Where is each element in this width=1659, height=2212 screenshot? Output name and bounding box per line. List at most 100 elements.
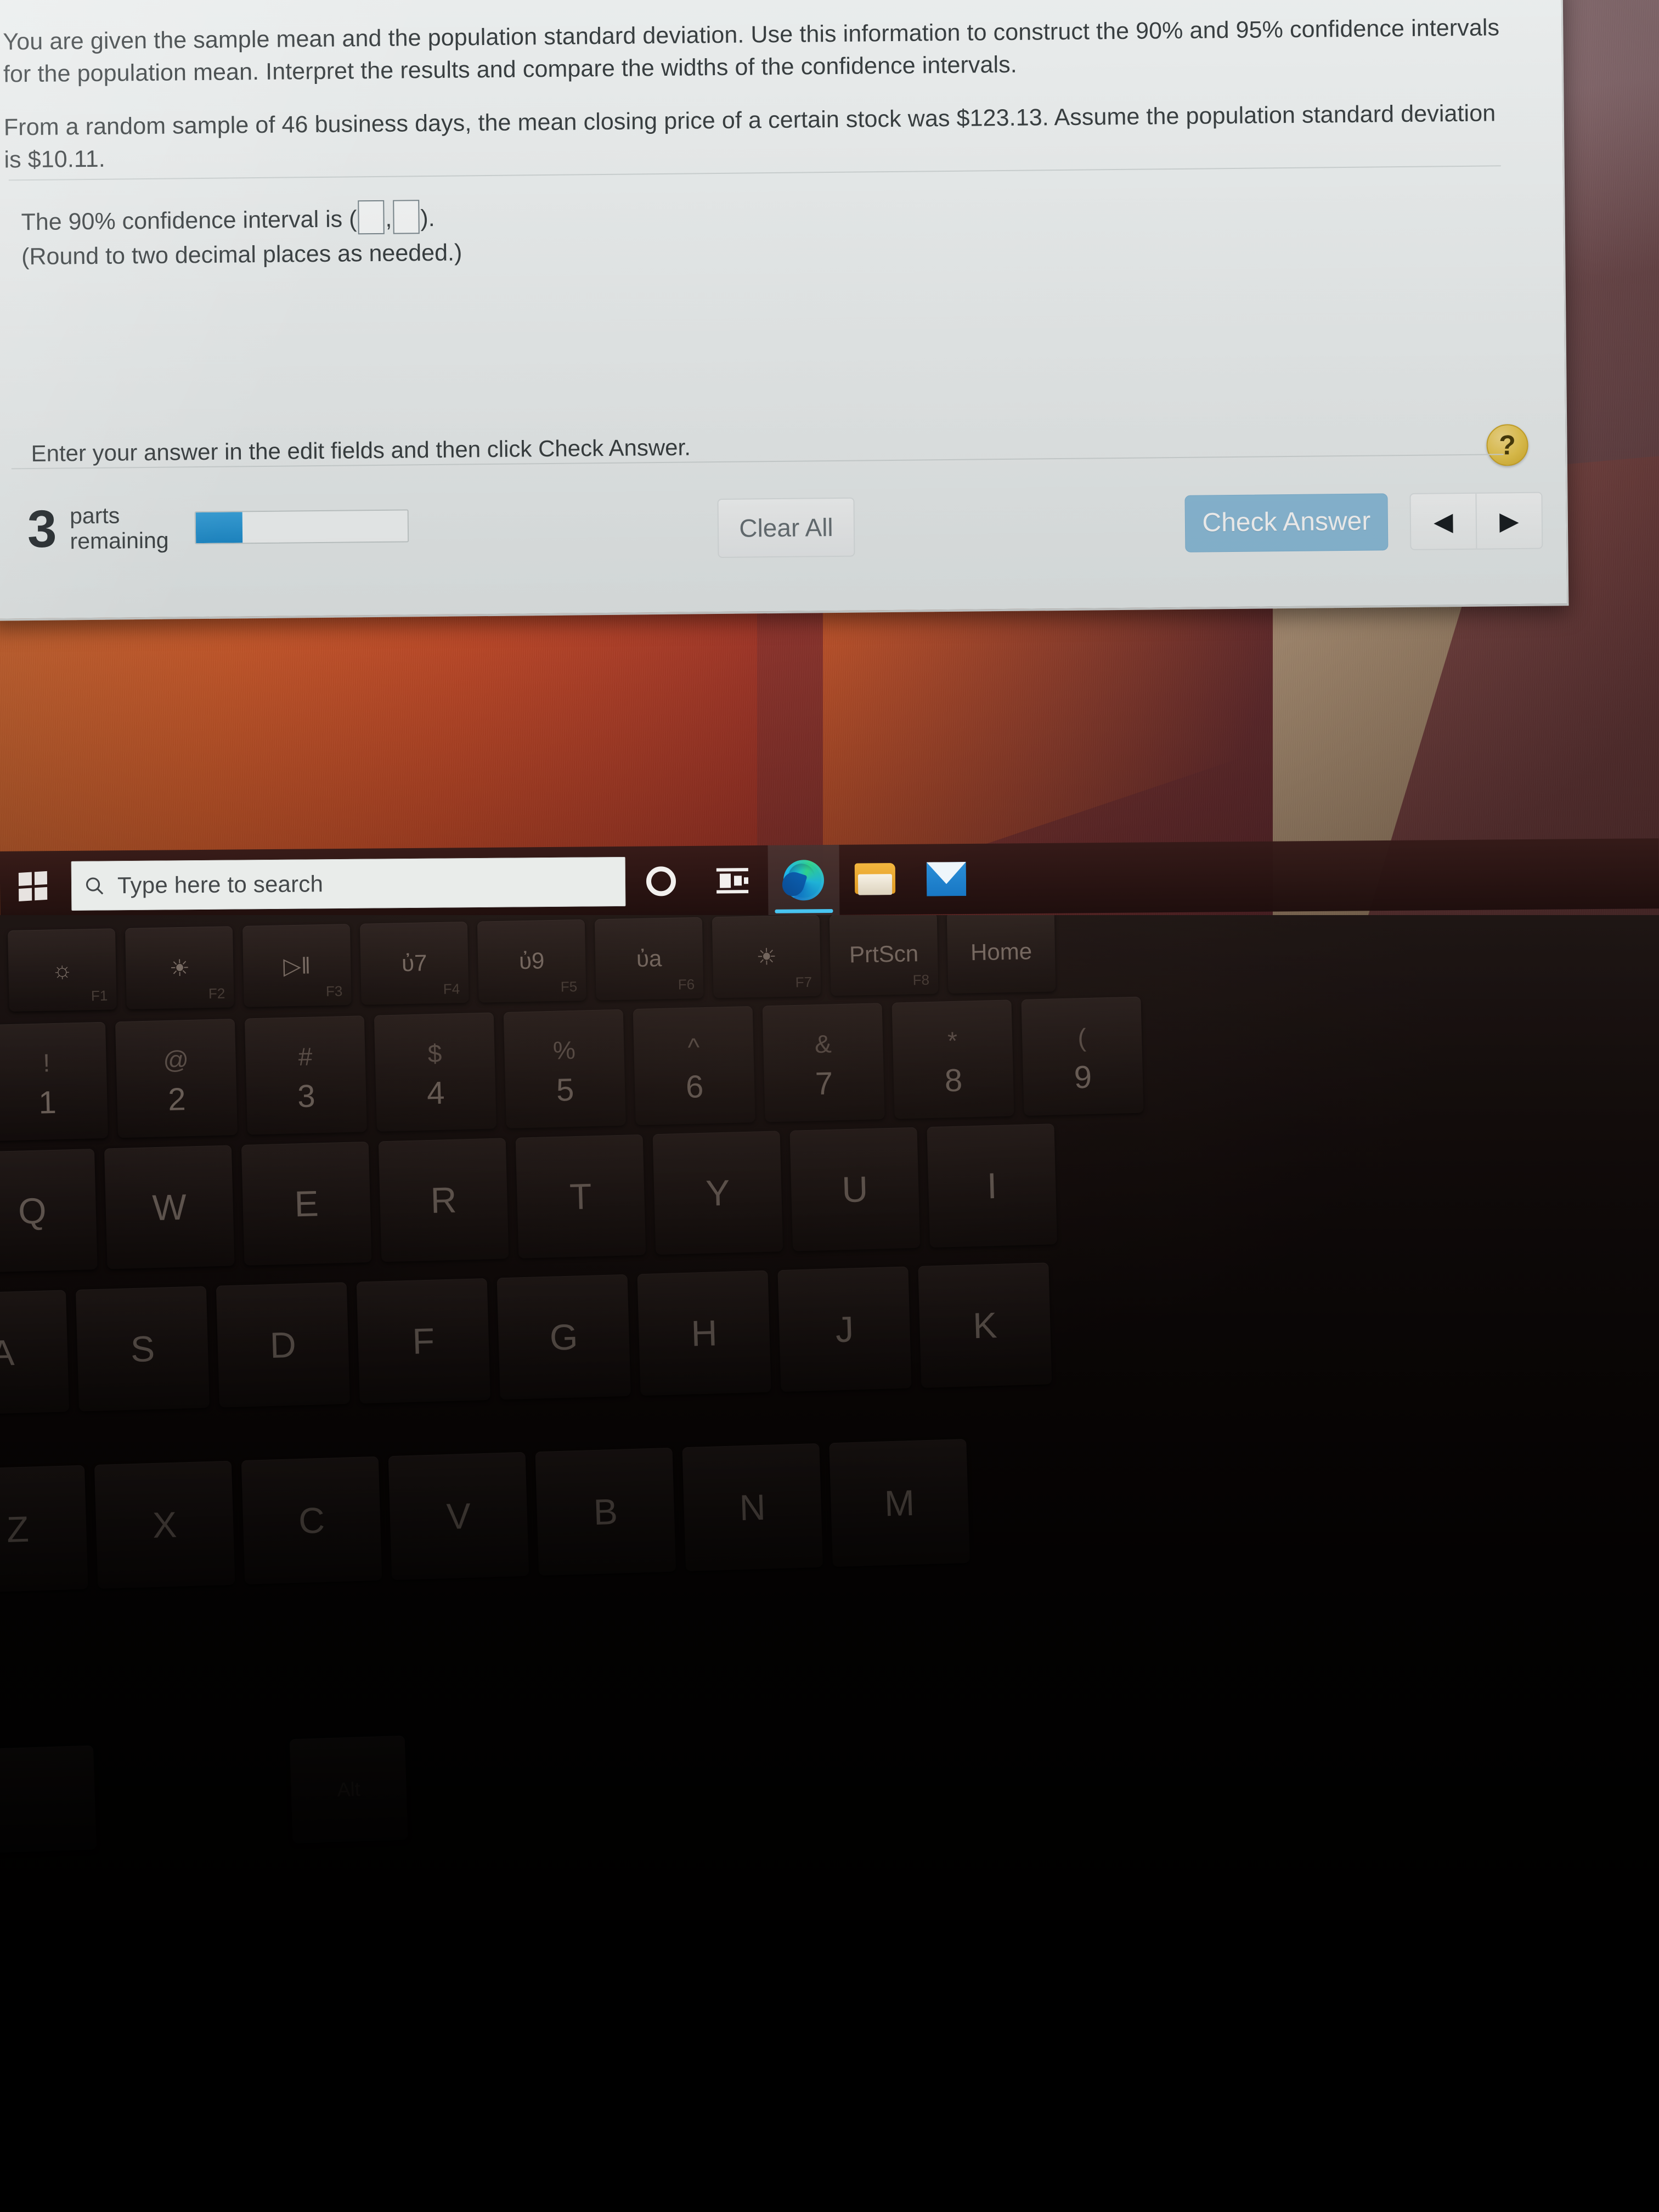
key-f1[interactable]: ☼ F1 bbox=[8, 928, 117, 1012]
key-f6[interactable]: ὐa F6 bbox=[594, 917, 704, 1001]
key-c-label: C bbox=[298, 1499, 325, 1542]
clear-all-button[interactable]: Clear All bbox=[717, 497, 855, 558]
key-5-primary: 5 bbox=[556, 1071, 575, 1108]
help-icon[interactable]: ? bbox=[1486, 424, 1528, 466]
key-f4-label: F4 bbox=[443, 980, 460, 997]
lower-bound-input[interactable] bbox=[358, 200, 385, 235]
key-v[interactable]: V bbox=[388, 1452, 529, 1581]
key-x-label: X bbox=[152, 1504, 178, 1545]
key-x[interactable]: X bbox=[94, 1460, 235, 1589]
next-part-button[interactable]: ▶ bbox=[1475, 493, 1542, 549]
key-8[interactable]: * 8 bbox=[891, 1000, 1014, 1119]
mail-glyph bbox=[927, 862, 966, 896]
parts-remaining-label: parts remaining bbox=[70, 503, 169, 555]
mail-icon[interactable] bbox=[910, 844, 982, 915]
key-f7[interactable]: ☀ F7 bbox=[712, 915, 821, 998]
key-f6-label: F6 bbox=[678, 975, 695, 993]
key-h[interactable]: H bbox=[637, 1270, 771, 1396]
key-w-label: W bbox=[151, 1186, 187, 1228]
key-3[interactable]: #3 bbox=[244, 1015, 367, 1135]
key-i[interactable]: I bbox=[927, 1124, 1058, 1248]
key-8-shift: * bbox=[947, 1026, 958, 1055]
key-a[interactable]: A bbox=[0, 1290, 70, 1415]
key-y[interactable]: Y bbox=[652, 1131, 783, 1255]
key-7-primary: 7 bbox=[815, 1065, 833, 1102]
key-u[interactable]: U bbox=[789, 1127, 921, 1251]
key-m[interactable]: M bbox=[829, 1438, 970, 1567]
key-a-label: A bbox=[0, 1332, 15, 1374]
key-k-label: K bbox=[972, 1304, 998, 1346]
key-f5-glyph: ὐ9 bbox=[518, 947, 545, 974]
key-windows[interactable] bbox=[0, 1745, 97, 1853]
key-m-label: M bbox=[884, 1482, 916, 1524]
key-f7-label: F7 bbox=[795, 973, 812, 991]
keyboard-modifier-row: Alt bbox=[0, 1735, 418, 1853]
key-k[interactable]: K bbox=[918, 1262, 1052, 1388]
key-y-label: Y bbox=[705, 1172, 731, 1214]
problem-statement-part-1: You are given the sample mean and the po… bbox=[3, 14, 1500, 88]
key-4[interactable]: $4 bbox=[374, 1012, 496, 1132]
key-q[interactable]: Q bbox=[0, 1148, 98, 1273]
key-f2[interactable]: ☀ F2 bbox=[125, 926, 234, 1009]
key-g[interactable]: G bbox=[496, 1274, 631, 1400]
key-n-label: N bbox=[738, 1486, 766, 1528]
key-f4[interactable]: ὐ7 F4 bbox=[359, 921, 469, 1005]
edge-icon[interactable] bbox=[768, 844, 840, 916]
key-c[interactable]: C bbox=[241, 1456, 382, 1584]
key-alt[interactable]: Alt bbox=[289, 1735, 408, 1844]
key-f3[interactable]: ▷‖ F3 bbox=[242, 924, 352, 1007]
file-explorer-icon[interactable] bbox=[839, 844, 911, 915]
key-g-label: G bbox=[549, 1316, 579, 1358]
key-5[interactable]: % 5 bbox=[503, 1009, 626, 1128]
key-t-label: T bbox=[569, 1176, 592, 1217]
task-view-glyph bbox=[716, 868, 749, 894]
previous-part-button[interactable]: ◀ bbox=[1410, 494, 1476, 549]
key-6-primary: 6 bbox=[685, 1068, 704, 1105]
key-6-shift: ^ bbox=[687, 1032, 700, 1062]
key-r[interactable]: R bbox=[378, 1138, 509, 1262]
key-s[interactable]: S bbox=[75, 1286, 210, 1412]
keyboard-function-row: ☼ F1 ☀ F2 ▷‖ F3 ὐ7 F4 ὐ9 F5 ὐa F6 ☀ F7 PrtScn F8… bbox=[8, 915, 1065, 1012]
key-9[interactable]: (9 bbox=[1021, 996, 1144, 1116]
answer-separator: , bbox=[385, 205, 392, 232]
key-5-shift: % bbox=[552, 1035, 576, 1065]
key-n[interactable]: N bbox=[682, 1443, 823, 1572]
key-f2-glyph: ☀ bbox=[169, 955, 190, 981]
search-input[interactable]: Type here to search bbox=[71, 856, 626, 911]
keyboard-number-row: ! 1 @2 #3 $4 % 5 ^ 6 & 7 * 8 (9 bbox=[0, 996, 1154, 1141]
key-f2-label: F2 bbox=[208, 985, 225, 1002]
key-i-label: I bbox=[986, 1165, 998, 1206]
key-f3-glyph: ▷‖ bbox=[283, 952, 311, 979]
key-t[interactable]: T bbox=[515, 1134, 646, 1259]
key-7[interactable]: & 7 bbox=[762, 1003, 885, 1122]
key-f[interactable]: F bbox=[356, 1278, 490, 1404]
key-1[interactable]: ! 1 bbox=[0, 1022, 109, 1141]
key-b[interactable]: B bbox=[535, 1447, 676, 1576]
key-e-label: E bbox=[294, 1183, 319, 1224]
key-d-label: D bbox=[269, 1324, 297, 1365]
key-d[interactable]: D bbox=[216, 1282, 350, 1408]
key-f5[interactable]: ὐ9 F5 bbox=[477, 919, 586, 1003]
key-prtscn[interactable]: PrtScn F8 bbox=[829, 915, 939, 996]
key-f1-glyph: ☼ bbox=[51, 956, 74, 983]
key-v-label: V bbox=[445, 1495, 472, 1537]
key-f7-glyph: ☀ bbox=[755, 943, 777, 970]
check-answer-button[interactable]: Check Answer bbox=[1184, 493, 1389, 552]
file-explorer-glyph bbox=[854, 863, 896, 896]
key-2[interactable]: @2 bbox=[115, 1018, 238, 1138]
key-f-label: F bbox=[411, 1320, 435, 1362]
key-e[interactable]: E bbox=[241, 1141, 372, 1266]
key-z[interactable]: Z bbox=[0, 1465, 88, 1593]
cortana-icon[interactable] bbox=[625, 846, 697, 917]
parts-label-line-2: remaining bbox=[70, 527, 169, 554]
key-w[interactable]: W bbox=[104, 1145, 235, 1269]
key-j[interactable]: J bbox=[777, 1266, 912, 1392]
upper-bound-input[interactable] bbox=[393, 200, 420, 234]
windows-logo-icon[interactable] bbox=[0, 851, 66, 922]
key-1-primary: 1 bbox=[38, 1084, 57, 1121]
key-home[interactable]: Home bbox=[946, 915, 1056, 994]
keyboard-home-row: A S D F G H J K bbox=[0, 1262, 1062, 1415]
key-6[interactable]: ^ 6 bbox=[633, 1006, 755, 1126]
key-u-label: U bbox=[841, 1169, 869, 1210]
task-view-icon[interactable] bbox=[697, 845, 769, 916]
